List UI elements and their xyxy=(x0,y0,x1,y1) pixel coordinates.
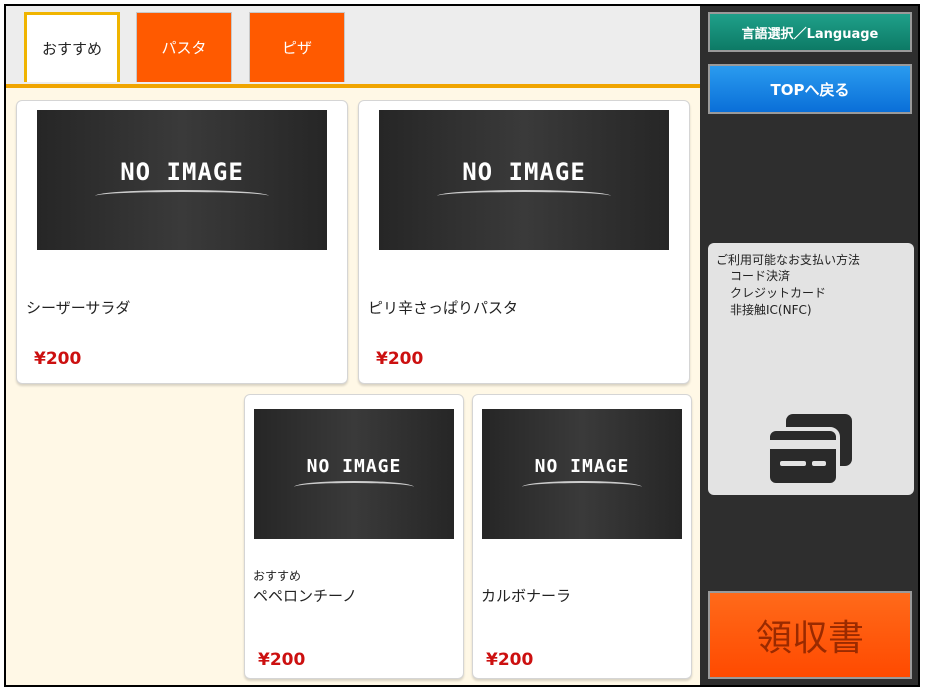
payment-method-credit: クレジットカード xyxy=(730,286,827,300)
kiosk-screen: おすすめ パスタ ピザ NO IMAGE シーザーサラダ ¥200 NO IMA… xyxy=(4,4,920,687)
payment-method-code: コード決済 xyxy=(730,269,791,283)
product-image: NO IMAGE xyxy=(482,409,682,539)
product-card[interactable]: NO IMAGE カルボナーラ ¥200 xyxy=(472,394,692,679)
swoosh-decoration xyxy=(437,190,611,202)
swoosh-decoration xyxy=(522,480,642,493)
product-price: ¥200 xyxy=(34,349,82,369)
recommended-tag: おすすめ xyxy=(253,569,302,583)
product-name: ピリ辛さっぱりパスタ xyxy=(368,299,519,317)
payment-method-nfc: 非接触IC(NFC) xyxy=(730,303,812,317)
product-name: ペペロンチーノ xyxy=(253,587,358,605)
no-image-label: NO IMAGE xyxy=(534,455,630,477)
tab-label: おすすめ xyxy=(41,40,102,58)
product-name: シーザーサラダ xyxy=(26,299,131,317)
product-price: ¥200 xyxy=(376,349,424,369)
category-tab-bar: おすすめ パスタ ピザ xyxy=(6,6,700,88)
product-price: ¥200 xyxy=(258,650,306,670)
tab-label: ピザ xyxy=(281,39,312,57)
no-image-label: NO IMAGE xyxy=(120,158,244,186)
receipt-button[interactable]: 領収書 xyxy=(708,591,912,679)
tab-osusume[interactable]: おすすめ xyxy=(24,12,120,82)
sidebar: 言語選択／Language TOPへ戻る ご利用可能なお支払い方法 コード決済 … xyxy=(700,6,918,685)
product-card[interactable]: NO IMAGE ピリ辛さっぱりパスタ ¥200 xyxy=(358,100,690,384)
product-grid: NO IMAGE シーザーサラダ ¥200 NO IMAGE ピリ辛さっぱりパス… xyxy=(6,88,700,685)
product-card[interactable]: NO IMAGE シーザーサラダ ¥200 xyxy=(16,100,348,384)
tab-label: パスタ xyxy=(161,39,207,57)
product-card[interactable]: NO IMAGE おすすめ ペペロンチーノ ¥200 xyxy=(244,394,464,679)
tab-pasta[interactable]: パスタ xyxy=(136,12,232,82)
product-image: NO IMAGE xyxy=(254,409,454,539)
top-button[interactable]: TOPへ戻る xyxy=(708,64,912,114)
no-image-label: NO IMAGE xyxy=(462,158,586,186)
payment-title: ご利用可能なお支払い方法 xyxy=(716,253,861,267)
payment-methods-panel: ご利用可能なお支払い方法 コード決済 クレジットカード 非接触IC(NFC) xyxy=(708,243,914,495)
tab-pizza[interactable]: ピザ xyxy=(249,12,345,82)
no-image-label: NO IMAGE xyxy=(306,455,402,477)
product-image: NO IMAGE xyxy=(37,110,327,250)
product-name: カルボナーラ xyxy=(481,587,572,605)
product-price: ¥200 xyxy=(486,650,534,670)
product-image: NO IMAGE xyxy=(379,110,669,250)
swoosh-decoration xyxy=(294,480,414,493)
language-button[interactable]: 言語選択／Language xyxy=(708,12,912,52)
payment-card-icon xyxy=(766,414,852,487)
swoosh-decoration xyxy=(95,190,269,202)
